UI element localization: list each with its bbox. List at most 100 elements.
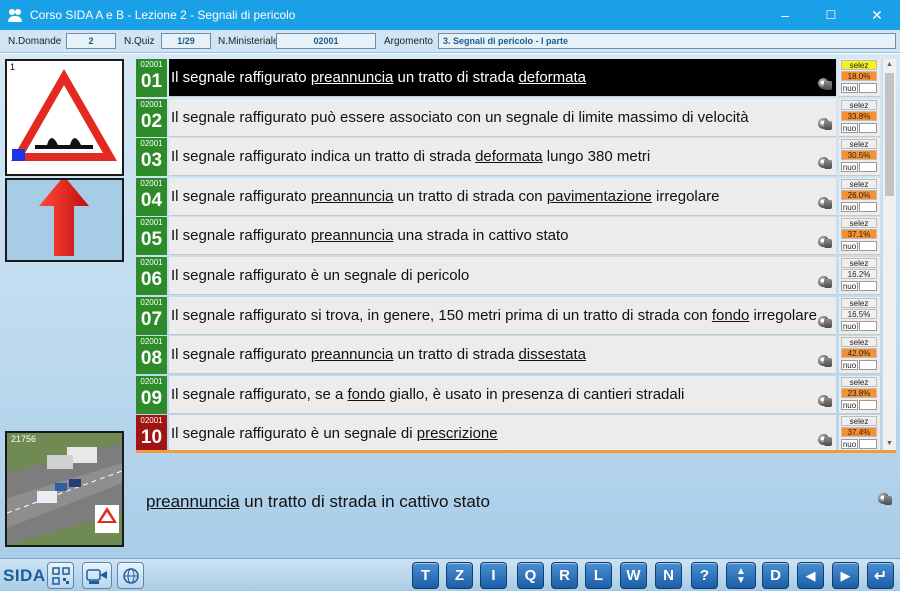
btn-t[interactable]: T: [412, 562, 439, 589]
underlined-term[interactable]: fondo: [712, 307, 750, 324]
underlined-term[interactable]: prescrizione: [417, 425, 498, 442]
question-row[interactable]: 02001 05 Il segnale raffigurato preannunci…: [136, 217, 880, 256]
selez-button[interactable]: selez: [841, 297, 877, 308]
road-photo[interactable]: 21756: [5, 431, 124, 547]
speaker-icon[interactable]: [816, 195, 834, 211]
underlined-term[interactable]: deformata: [475, 148, 543, 165]
question-row[interactable]: 02001 07 Il segnale raffigurato si trova, …: [136, 296, 880, 336]
help-button[interactable]: ?: [691, 562, 718, 589]
btn-d[interactable]: D: [762, 562, 789, 589]
question-text[interactable]: Il segnale raffigurato preannuncia un tr…: [169, 177, 836, 216]
up-down-button[interactable]: ▲ ▼: [726, 562, 756, 589]
underlined-term[interactable]: preannuncia: [311, 346, 394, 363]
question-number[interactable]: 02001 02: [136, 98, 167, 137]
question-scrollbar[interactable]: ▲ ▼: [882, 59, 896, 450]
question-number[interactable]: 02001 09: [136, 375, 167, 414]
nuo-button[interactable]: nuo: [841, 320, 858, 331]
question-text[interactable]: Il segnale raffigurato è un segnale di p…: [169, 257, 836, 295]
question-number[interactable]: 02001 06: [136, 257, 167, 295]
speaker-icon[interactable]: [816, 432, 834, 448]
close-button[interactable]: ✕: [854, 0, 900, 30]
underlined-term[interactable]: preannuncia: [311, 227, 394, 244]
btn-r[interactable]: R: [551, 562, 578, 589]
question-text[interactable]: Il segnale raffigurato preannuncia una s…: [169, 217, 836, 256]
selez-button[interactable]: selez: [841, 60, 877, 70]
nuo-button[interactable]: nuo: [841, 439, 858, 450]
question-number[interactable]: 02001 03: [136, 138, 167, 177]
answer-checkbox[interactable]: [859, 162, 877, 173]
next-button[interactable]: ▶: [832, 562, 859, 589]
btn-w[interactable]: W: [620, 562, 647, 589]
question-number[interactable]: 02001 07: [136, 296, 167, 335]
question-row[interactable]: 02001 01 Il segnale raffigurato preannunci…: [136, 59, 880, 98]
underlined-term[interactable]: fondo: [348, 386, 386, 403]
nuo-button[interactable]: nuo: [841, 241, 858, 252]
video-lesson-button[interactable]: [82, 562, 112, 589]
nuo-button[interactable]: nuo: [841, 399, 858, 410]
underlined-term[interactable]: pavimentazione: [547, 188, 652, 205]
maximize-button[interactable]: ☐: [808, 0, 854, 30]
question-number[interactable]: 02001 08: [136, 336, 167, 375]
question-row[interactable]: 02001 02 Il segnale raffigurato può essere…: [136, 98, 880, 138]
nuo-button[interactable]: nuo: [841, 360, 858, 371]
selez-button[interactable]: selez: [841, 99, 877, 110]
question-text[interactable]: Il segnale raffigurato preannuncia un tr…: [169, 336, 836, 375]
previous-button[interactable]: ◀: [797, 562, 824, 589]
minimize-button[interactable]: –: [762, 0, 808, 30]
qr-code-button[interactable]: [47, 562, 74, 589]
question-number[interactable]: 02001 10: [136, 415, 167, 450]
road-sign-panel[interactable]: 1: [5, 59, 124, 176]
selez-button[interactable]: selez: [841, 376, 877, 387]
question-row[interactable]: 02001 09 Il segnale raffigurato, se a fond…: [136, 375, 880, 415]
nuo-button[interactable]: nuo: [841, 201, 858, 212]
question-row[interactable]: 02001 08 Il segnale raffigurato preannunci…: [136, 336, 880, 375]
underlined-term[interactable]: dissestata: [518, 346, 586, 363]
speaker-icon[interactable]: [816, 155, 834, 171]
speaker-icon[interactable]: [816, 314, 834, 330]
answer-checkbox[interactable]: [859, 399, 877, 410]
speaker-icon[interactable]: [816, 393, 834, 409]
selez-button[interactable]: selez: [841, 139, 877, 150]
question-row[interactable]: 02001 04 Il segnale raffigurato preannunci…: [136, 177, 880, 217]
underlined-term[interactable]: preannuncia: [311, 188, 394, 205]
answer-speaker-icon[interactable]: [876, 491, 894, 507]
underlined-term[interactable]: preannuncia: [311, 69, 394, 86]
underlined-term[interactable]: deformata: [518, 69, 586, 86]
selez-button[interactable]: selez: [841, 416, 877, 427]
selez-button[interactable]: selez: [841, 337, 877, 348]
question-text[interactable]: Il segnale raffigurato preannuncia un tr…: [169, 59, 836, 97]
answer-checkbox[interactable]: [859, 201, 877, 212]
nuo-button[interactable]: nuo: [841, 281, 858, 291]
question-number[interactable]: 02001 05: [136, 217, 167, 256]
btn-n[interactable]: N: [655, 562, 682, 589]
question-number[interactable]: 02001 04: [136, 177, 167, 216]
speaker-icon[interactable]: [816, 353, 834, 369]
question-text[interactable]: Il segnale raffigurato si trova, in gene…: [169, 296, 836, 335]
web-button[interactable]: [117, 562, 144, 589]
question-text[interactable]: Il segnale raffigurato, se a fondo giall…: [169, 375, 836, 414]
underlined-term[interactable]: preannuncia: [146, 492, 240, 511]
question-text[interactable]: Il segnale raffigurato indica un tratto …: [169, 138, 836, 177]
selez-button[interactable]: selez: [841, 218, 877, 229]
question-row[interactable]: 02001 03 Il segnale raffigurato indica un …: [136, 138, 880, 177]
btn-i[interactable]: I: [480, 562, 507, 589]
speaker-icon[interactable]: [816, 76, 834, 92]
scroll-thumb[interactable]: [885, 73, 894, 196]
answer-checkbox[interactable]: [859, 122, 877, 133]
nuo-button[interactable]: nuo: [841, 162, 858, 173]
answer-checkbox[interactable]: [859, 360, 877, 371]
btn-q[interactable]: Q: [517, 562, 544, 589]
nuo-button[interactable]: nuo: [841, 83, 858, 93]
answer-checkbox[interactable]: [859, 439, 877, 450]
scroll-up-icon[interactable]: ▲: [883, 59, 896, 71]
question-text[interactable]: Il segnale raffigurato può essere associ…: [169, 98, 836, 137]
question-row[interactable]: 02001 06 Il segnale raffigurato è un segna…: [136, 257, 880, 296]
question-text[interactable]: Il segnale raffigurato è un segnale di p…: [169, 415, 836, 450]
question-number[interactable]: 02001 01: [136, 59, 167, 97]
speaker-icon[interactable]: [816, 234, 834, 250]
answer-checkbox[interactable]: [859, 83, 877, 93]
nuo-button[interactable]: nuo: [841, 122, 858, 133]
selez-button[interactable]: selez: [841, 178, 877, 189]
scroll-down-icon[interactable]: ▼: [883, 438, 896, 450]
selez-button[interactable]: selez: [841, 258, 877, 268]
